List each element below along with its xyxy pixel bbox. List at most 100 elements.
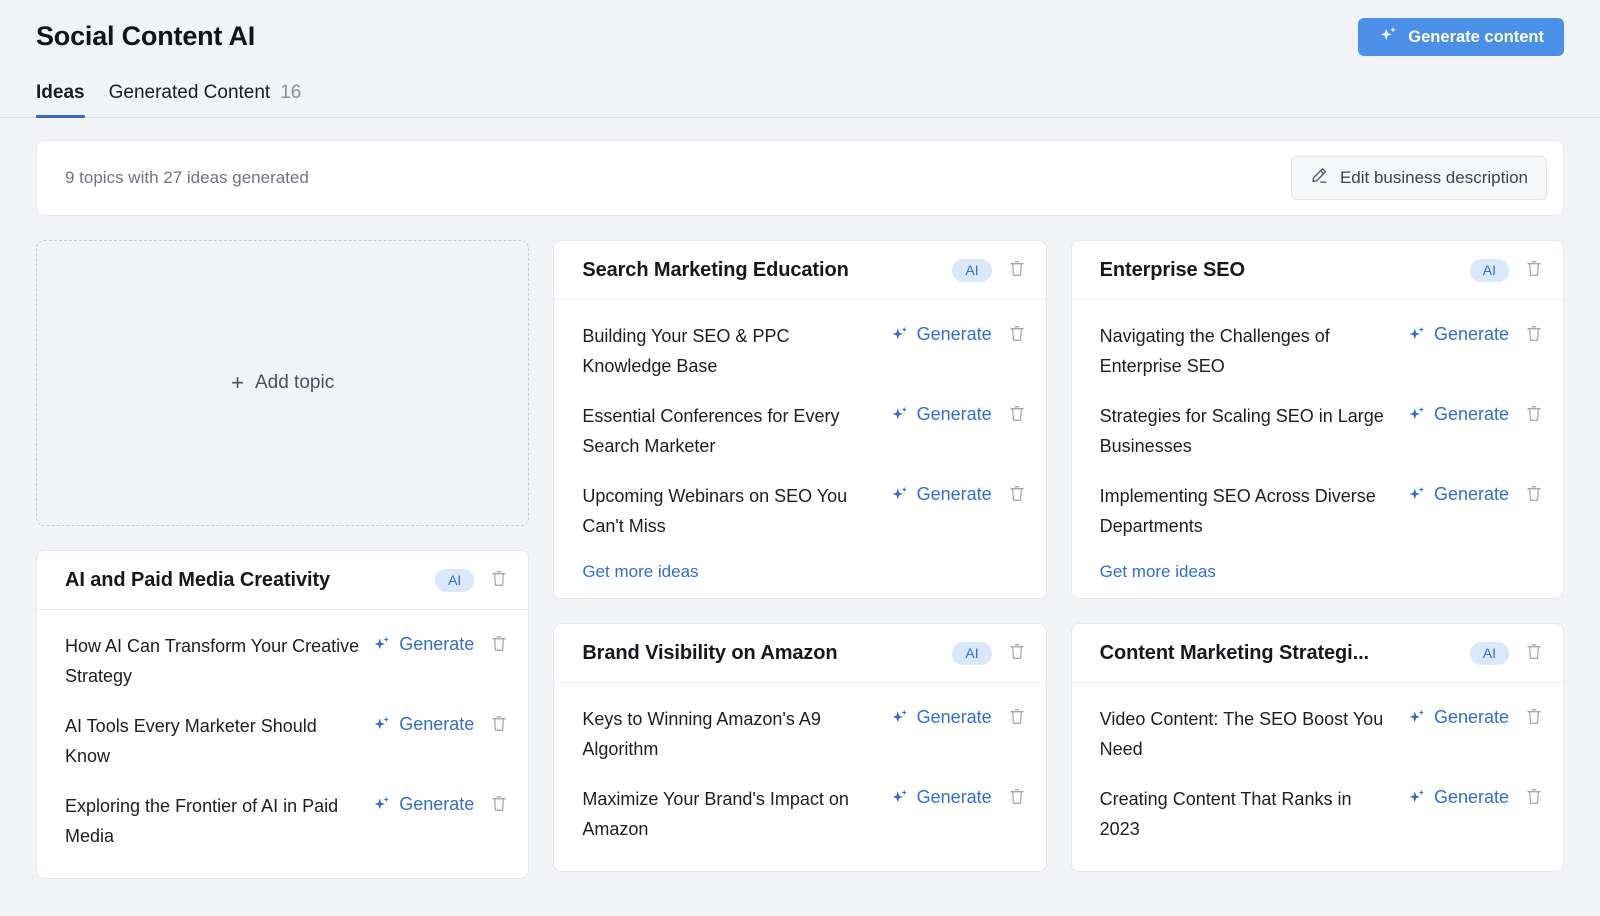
generate-idea-button[interactable]: Generate (1407, 705, 1509, 728)
tab-generated-content[interactable]: Generated Content 16 (109, 82, 302, 117)
idea-row: Creating Content That Ranks in 2023 Gene… (1100, 775, 1547, 855)
idea-title: Strategies for Scaling SEO in Large Busi… (1099, 406, 1384, 456)
idea-row: Strategies for Scaling SEO in Large Busi… (1100, 392, 1547, 472)
generate-idea-label: Generate (916, 787, 992, 808)
topic-cards-col-3: Enterprise SEO AI Navigating the Challen… (1070, 240, 1564, 873)
get-more-ideas-link[interactable]: Get more ideas (1100, 562, 1216, 582)
trash-icon (1008, 404, 1026, 426)
sparkle-icon (372, 715, 391, 734)
topic-card-body: Building Your SEO & PPC Knowledge Base G… (554, 300, 1045, 598)
ai-badge: AI (435, 568, 475, 592)
app-header: Social Content AI Generate content (0, 0, 1600, 56)
idea-row: Exploring the Frontier of AI in Paid Med… (65, 782, 512, 862)
sparkle-icon (890, 788, 909, 807)
trash-icon (1525, 484, 1543, 506)
generate-idea-label: Generate (916, 404, 992, 425)
delete-idea-button[interactable] (1521, 785, 1547, 811)
delete-idea-button[interactable] (1004, 785, 1030, 811)
sparkle-icon (890, 405, 909, 424)
delete-idea-button[interactable] (1521, 402, 1547, 428)
delete-topic-button[interactable] (1521, 640, 1547, 666)
idea-title: Maximize Your Brand's Impact on Amazon (582, 789, 849, 839)
delete-topic-button[interactable] (1004, 257, 1030, 283)
idea-row: Essential Conferences for Every Search M… (582, 392, 1029, 472)
generate-idea-label: Generate (399, 794, 475, 815)
sparkle-icon (1407, 405, 1426, 424)
delete-idea-button[interactable] (1521, 322, 1547, 348)
plus-icon: + (231, 370, 244, 395)
generate-idea-button[interactable]: Generate (372, 792, 474, 815)
topic-card-header: Brand Visibility on Amazon AI (554, 624, 1046, 684)
generate-idea-label: Generate (1433, 707, 1509, 728)
ai-badge: AI (952, 641, 992, 665)
edit-business-description-button[interactable]: Edit business description (1290, 156, 1547, 200)
tab-divider (0, 117, 1600, 118)
trash-icon (1525, 642, 1543, 664)
idea-title: Building Your SEO & PPC Knowledge Base (582, 326, 790, 376)
delete-topic-button[interactable] (1521, 257, 1547, 283)
sparkle-icon (890, 485, 909, 504)
delete-idea-button[interactable] (1521, 705, 1547, 731)
sparkle-icon (1378, 25, 1398, 50)
tab-generated-content-label: Generated Content (108, 82, 271, 103)
idea-title: Implementing SEO Across Diverse Departme… (1099, 486, 1376, 536)
generate-idea-button[interactable]: Generate (890, 402, 992, 425)
topic-title: Enterprise SEO (1099, 258, 1245, 281)
tab-bar: Ideas Generated Content 16 (0, 82, 1600, 118)
trash-icon (490, 794, 508, 816)
sparkle-icon (1407, 325, 1426, 344)
app-root: Social Content AI Generate content Ideas… (0, 0, 1600, 916)
generate-idea-button[interactable]: Generate (1407, 402, 1509, 425)
add-topic-card[interactable]: + Add topic (36, 240, 530, 526)
topic-card-header: Content Marketing Strategi... AI (1071, 624, 1563, 684)
trash-icon (1008, 259, 1026, 281)
generate-idea-button[interactable]: Generate (890, 482, 992, 505)
summary-bar: 9 topics with 27 ideas generated Edit bu… (36, 140, 1564, 216)
generate-idea-button[interactable]: Generate (890, 705, 992, 728)
delete-topic-button[interactable] (1004, 640, 1030, 666)
delete-idea-button[interactable] (1004, 482, 1030, 508)
topics-column-2: Search Marketing Education AI Building Y… (553, 240, 1047, 873)
trash-icon (1008, 707, 1026, 729)
tab-ideas[interactable]: Ideas (36, 82, 85, 118)
idea-row: AI Tools Every Marketer Should Know Gene… (65, 702, 512, 782)
trash-icon (1008, 324, 1026, 346)
delete-idea-button[interactable] (486, 712, 512, 738)
idea-row: Video Content: The SEO Boost You Need Ge… (1100, 695, 1547, 775)
edit-business-description-label: Edit business description (1339, 168, 1528, 187)
delete-topic-button[interactable] (486, 567, 512, 593)
delete-idea-button[interactable] (486, 792, 512, 818)
topic-card-header: Search Marketing Education AI (554, 241, 1046, 300)
generate-idea-label: Generate (1433, 484, 1509, 505)
delete-idea-button[interactable] (1004, 705, 1030, 731)
generate-idea-button[interactable]: Generate (1407, 482, 1509, 505)
delete-idea-button[interactable] (1004, 402, 1030, 428)
delete-idea-button[interactable] (486, 632, 512, 658)
generate-idea-button[interactable]: Generate (1407, 785, 1509, 808)
ai-badge: AI (1469, 641, 1509, 665)
summary-text: 9 topics with 27 ideas generated (65, 168, 309, 187)
idea-row: Navigating the Challenges of Enterprise … (1100, 312, 1547, 392)
sparkle-icon (1407, 485, 1426, 504)
delete-idea-button[interactable] (1004, 322, 1030, 348)
trash-icon (490, 634, 508, 656)
generate-content-button[interactable]: Generate content (1358, 18, 1564, 56)
generate-idea-button[interactable]: Generate (1407, 322, 1509, 345)
idea-row: Upcoming Webinars on SEO You Can't Miss … (582, 472, 1029, 552)
sparkle-icon (890, 708, 909, 727)
generate-idea-label: Generate (916, 484, 992, 505)
topic-title: AI and Paid Media Creativity (65, 568, 331, 591)
generate-idea-button[interactable]: Generate (372, 712, 474, 735)
generate-idea-label: Generate (1433, 324, 1509, 344)
generate-content-label: Generate content (1408, 27, 1544, 46)
generate-idea-button[interactable]: Generate (890, 322, 992, 345)
idea-title: Navigating the Challenges of Enterprise … (1099, 326, 1330, 376)
topic-card-body: Navigating the Challenges of Enterprise … (1072, 300, 1563, 598)
generate-idea-button[interactable]: Generate (372, 632, 474, 655)
idea-title: AI Tools Every Marketer Should Know (65, 716, 317, 766)
sparkle-icon (1407, 708, 1426, 727)
delete-idea-button[interactable] (1521, 482, 1547, 508)
generate-idea-button[interactable]: Generate (890, 785, 992, 808)
tab-ideas-label: Ideas (36, 82, 85, 103)
get-more-ideas-link[interactable]: Get more ideas (582, 562, 698, 582)
